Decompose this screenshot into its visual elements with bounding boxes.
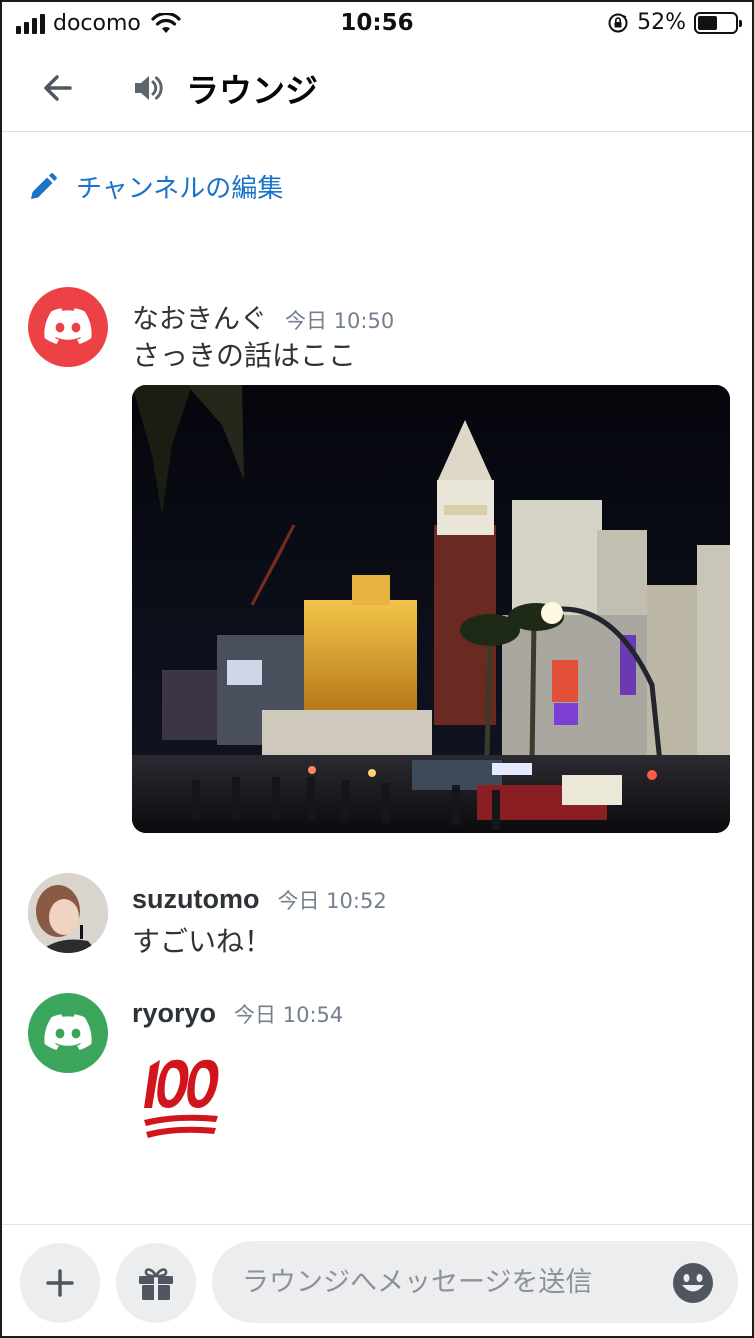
- channel-header: ラウンジ: [2, 46, 752, 132]
- night-city-photo: [132, 385, 730, 833]
- message-timestamp: 今日 10:54: [234, 1003, 344, 1027]
- rotation-lock-icon: [608, 13, 628, 32]
- gift-icon: [139, 1268, 173, 1300]
- author-name[interactable]: suzutomo: [132, 884, 260, 915]
- edit-channel-label: チャンネルの編集: [76, 174, 284, 204]
- message-composer: [2, 1224, 752, 1336]
- message-header: suzutomo 今日 10:52: [132, 884, 387, 915]
- avatar[interactable]: [28, 873, 108, 953]
- pencil-icon: [31, 172, 57, 199]
- battery-icon: [694, 11, 742, 34]
- author-name[interactable]: ryoryo: [132, 998, 216, 1029]
- hundred-points-emoji-icon: [144, 1059, 219, 1138]
- back-button[interactable]: [38, 68, 78, 108]
- gift-button[interactable]: [116, 1243, 196, 1323]
- message-timestamp: 今日 10:52: [277, 889, 387, 913]
- app-frame: docomo 10:56 52% ラウンジ チャンネルの編集 なおきんぐ 今日 …: [0, 0, 754, 1338]
- status-right: 52%: [607, 10, 742, 35]
- user-photo-icon: [28, 873, 108, 953]
- message-text: さっきの話はここ: [132, 339, 357, 372]
- status-bar: docomo 10:56 52%: [2, 2, 752, 46]
- smiley-icon[interactable]: [672, 1262, 714, 1304]
- avatar[interactable]: [28, 993, 108, 1073]
- speaker-icon: [135, 76, 163, 100]
- discord-logo-icon: [44, 308, 92, 344]
- author-name[interactable]: なおきんぐ: [132, 297, 267, 336]
- channel-title: ラウンジ: [186, 71, 318, 110]
- message-header: なおきんぐ 今日 10:50: [132, 297, 394, 336]
- battery-percent: 52%: [637, 10, 686, 35]
- message-input[interactable]: [212, 1241, 738, 1323]
- image-attachment[interactable]: [132, 385, 730, 833]
- plus-icon: [46, 1269, 74, 1297]
- arrow-left-icon: [44, 75, 72, 101]
- discord-logo-icon: [44, 1014, 92, 1050]
- add-attachment-button[interactable]: [20, 1243, 100, 1323]
- message-text: すごいね！: [132, 925, 273, 958]
- avatar[interactable]: [28, 287, 108, 367]
- battery-level: [698, 15, 717, 30]
- message-timestamp: 今日 10:50: [285, 309, 395, 333]
- edit-channel-link[interactable]: チャンネルの編集: [28, 168, 283, 205]
- message-header: ryoryo 今日 10:54: [132, 998, 343, 1029]
